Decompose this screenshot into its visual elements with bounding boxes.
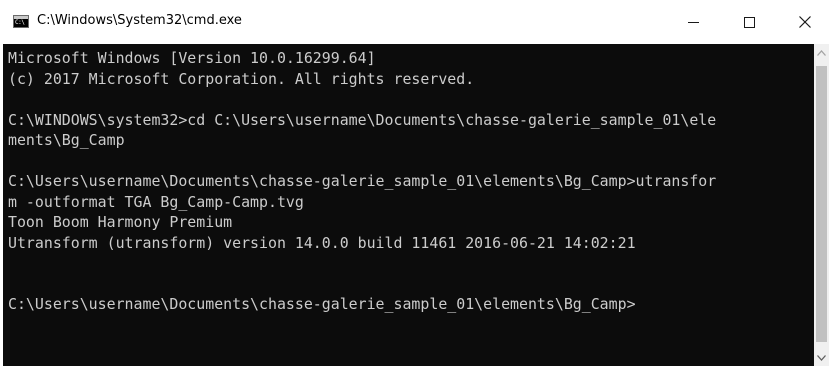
title-bar[interactable]: C:\ C:\Windows\System32\cmd.exe	[0, 0, 829, 44]
console-line: C:\Users\username\Documents\chasse-galer…	[8, 295, 636, 313]
scroll-up-arrow-icon	[817, 49, 826, 56]
console-line: Toon Boom Harmony Premium	[8, 213, 233, 231]
console-line: m -outformat TGA Bg_Camp-Camp.tvg	[8, 192, 304, 211]
console-line: C:\Users\username\Documents\chasse-galer…	[8, 172, 717, 190]
console-line: Utransform (utransform) version 14.0.0 b…	[8, 233, 636, 252]
maximize-button[interactable]	[726, 0, 772, 44]
minimize-button[interactable]	[670, 0, 716, 44]
cmd-icon-prompt: C:\	[15, 19, 25, 26]
console-line: (c) 2017 Microsoft Corporation. All righ…	[8, 69, 475, 88]
minimize-icon	[687, 21, 699, 23]
cmd-window: C:\ C:\Windows\System32\cmd.exe Microsof…	[0, 0, 829, 366]
console-line: Microsoft Windows [Version 10.0.16299.64…	[8, 49, 376, 67]
maximize-icon	[743, 16, 755, 28]
close-icon	[799, 16, 811, 28]
vertical-scrollbar[interactable]	[814, 44, 829, 366]
console-line: ments\Bg_Camp	[8, 131, 125, 149]
scroll-up-button[interactable]	[814, 44, 829, 61]
scroll-down-button[interactable]	[814, 349, 829, 366]
cmd-icon[interactable]: C:\	[13, 15, 29, 28]
scroll-down-arrow-icon	[817, 354, 826, 361]
console-line: C:\WINDOWS\system32>cd C:\Users\username…	[8, 110, 717, 129]
window-title: C:\Windows\System32\cmd.exe	[37, 13, 242, 28]
console-output[interactable]: Microsoft Windows [Version 10.0.16299.64…	[3, 44, 814, 366]
close-button[interactable]	[782, 0, 828, 44]
scroll-thumb[interactable]	[816, 66, 827, 342]
console-lines: Microsoft Windows [Version 10.0.16299.64…	[8, 48, 814, 315]
